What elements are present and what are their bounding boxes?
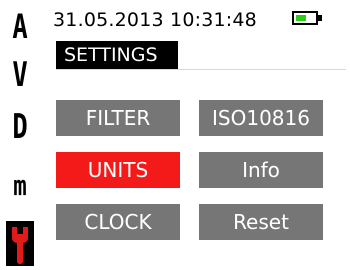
side-menu-item-d[interactable]: D bbox=[7, 110, 34, 144]
battery-level-fill bbox=[296, 15, 306, 21]
reset-button[interactable]: Reset bbox=[199, 204, 323, 240]
side-menu: A V D m bbox=[2, 6, 38, 266]
divider bbox=[56, 69, 346, 70]
info-button[interactable]: Info bbox=[199, 152, 323, 188]
battery-icon bbox=[292, 11, 318, 25]
clock-button[interactable]: CLOCK bbox=[56, 204, 180, 240]
device-screen: A V D m 31.05.2013 10:31:48 SETTINGS FIL… bbox=[0, 0, 350, 266]
units-button[interactable]: UNITS bbox=[56, 152, 180, 188]
filter-button[interactable]: FILTER bbox=[56, 100, 180, 136]
side-menu-item-v[interactable]: V bbox=[7, 58, 34, 92]
page-title: SETTINGS bbox=[56, 41, 178, 69]
side-menu-item-a[interactable]: A bbox=[7, 10, 34, 44]
wrench-icon bbox=[12, 227, 28, 264]
side-menu-item-m[interactable]: m bbox=[6, 172, 35, 200]
side-menu-item-settings[interactable] bbox=[6, 221, 34, 266]
battery-terminal bbox=[318, 15, 322, 21]
datetime-display: 31.05.2013 10:31:48 bbox=[53, 9, 257, 31]
iso10816-button[interactable]: ISO10816 bbox=[199, 100, 323, 136]
